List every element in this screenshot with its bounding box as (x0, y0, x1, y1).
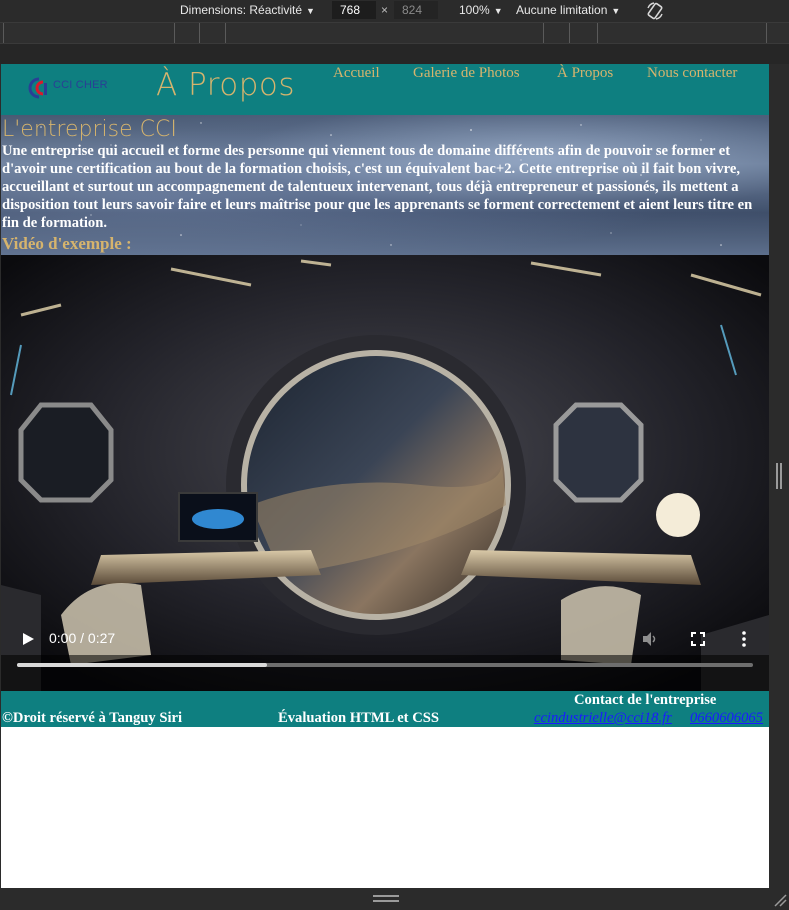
email-link[interactable]: ccindustrielle@cci18.fr (534, 710, 672, 727)
video-buffered-fill (17, 663, 268, 667)
page-viewport: CCI CHER À Propos Accueil Galerie de Pho… (1, 64, 769, 888)
nav-link-a-propos[interactable]: À Propos (557, 65, 613, 82)
zoom-label: 100% (459, 3, 490, 17)
site-footer: ©Droit réservé à Tanguy Siri Évaluation … (1, 691, 769, 727)
throttle-dropdown[interactable]: Aucune limitation ▼ (516, 3, 620, 17)
resize-handle-right[interactable] (776, 463, 782, 489)
width-input[interactable]: 768 (332, 1, 376, 19)
nav-link-contact[interactable]: Nous contacter (647, 65, 737, 82)
video-player[interactable] (1, 255, 769, 691)
about-section: L'entreprise CCI Une entreprise qui accu… (1, 115, 769, 255)
zoom-dropdown[interactable]: 100% ▼ (459, 3, 503, 17)
video-heading: Vidéo d'exemple : (2, 234, 132, 253)
dimensions-label: Dimensions: Réactivité (180, 3, 303, 17)
phone-link[interactable]: 0660606065 (690, 710, 763, 727)
device-ruler (0, 44, 789, 64)
caret-down-icon: ▼ (306, 6, 315, 16)
contact-title: Contact de l'entreprise (574, 692, 717, 708)
video-time: 0:00 / 0:27 (49, 630, 116, 646)
times-sign: × (381, 3, 389, 17)
throttle-label: Aucune limitation (516, 3, 608, 17)
play-icon[interactable] (21, 632, 35, 646)
video-poster-image (1, 255, 769, 691)
main-nav: Accueil Galerie de Photos À Propos Nous … (1, 65, 769, 85)
fullscreen-icon[interactable] (691, 632, 705, 646)
height-input[interactable]: 824 (394, 1, 438, 19)
intro-paragraph: Une entreprise qui accueil et forme des … (2, 143, 753, 231)
rotate-icon[interactable] (645, 1, 665, 21)
caret-down-icon: ▼ (611, 6, 621, 16)
nav-link-galerie[interactable]: Galerie de Photos (413, 65, 520, 82)
evaluation-text: Évaluation HTML et CSS (278, 710, 439, 726)
nav-link-accueil[interactable]: Accueil (333, 65, 380, 82)
site-header: CCI CHER À Propos Accueil Galerie de Pho… (1, 64, 769, 115)
copyright-text: ©Droit réservé à Tanguy Siri (2, 710, 183, 726)
media-query-ruler (0, 22, 789, 44)
section-title: L'entreprise CCI (2, 117, 177, 142)
volume-icon[interactable] (641, 630, 659, 648)
dimensions-dropdown[interactable]: Dimensions: Réactivité ▼ (180, 3, 315, 17)
resize-handle-corner[interactable] (773, 893, 787, 907)
caret-down-icon: ▼ (493, 6, 503, 16)
more-options-icon[interactable] (741, 631, 747, 647)
resize-handle-bottom[interactable] (373, 895, 399, 903)
devtools-toolbar: Dimensions: Réactivité ▼ 768 × 824 100% ▼ … (0, 0, 789, 22)
video-progress-bar[interactable] (17, 663, 753, 667)
